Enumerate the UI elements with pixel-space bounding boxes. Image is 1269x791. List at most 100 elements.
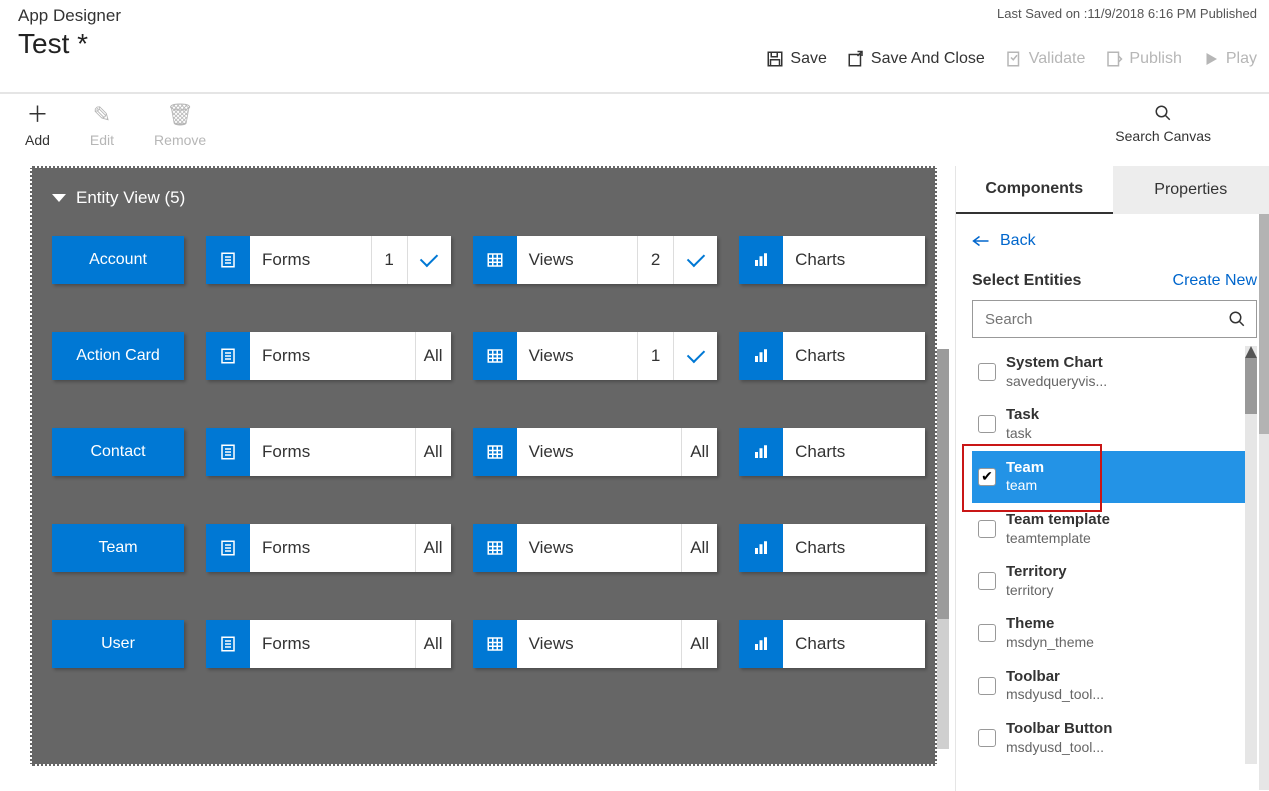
- entity-item[interactable]: System Chartsavedqueryvis...: [972, 346, 1257, 398]
- charts-tile[interactable]: Charts: [739, 332, 925, 380]
- charts-tile[interactable]: Charts: [739, 620, 925, 668]
- entity-row: Team FormsAll ViewsAll Charts: [52, 524, 925, 572]
- search-entities-box[interactable]: [972, 300, 1257, 338]
- forms-tile[interactable]: FormsAll: [206, 332, 451, 380]
- charts-icon: [739, 524, 783, 572]
- search-entities-input[interactable]: [983, 310, 1228, 329]
- back-button[interactable]: Back: [972, 232, 1257, 250]
- scrollbar-up-icon[interactable]: [1245, 346, 1257, 358]
- entity-item[interactable]: Territoryterritory: [972, 555, 1257, 607]
- entity-item[interactable]: Tasktask: [972, 398, 1257, 450]
- entity-item[interactable]: Teamteam: [972, 451, 1257, 503]
- edit-button[interactable]: ✎ Edit: [90, 104, 114, 148]
- views-dropdown[interactable]: [673, 332, 717, 380]
- forms-tile[interactable]: FormsAll: [206, 524, 451, 572]
- entity-checkbox[interactable]: [978, 729, 996, 747]
- tab-components[interactable]: Components: [956, 166, 1113, 214]
- entity-checkbox[interactable]: [978, 415, 996, 433]
- canvas-scrollbar-thumb[interactable]: [937, 349, 949, 619]
- views-tile[interactable]: Views1: [473, 332, 718, 380]
- play-button[interactable]: Play: [1202, 50, 1257, 68]
- collapse-icon: [52, 194, 66, 202]
- tab-properties[interactable]: Properties: [1113, 166, 1269, 214]
- entity-checkbox[interactable]: [978, 520, 996, 538]
- entity-checkbox[interactable]: [978, 363, 996, 381]
- views-tile[interactable]: ViewsAll: [473, 524, 718, 572]
- entity-text: Teamteam: [1006, 459, 1044, 495]
- entity-label: System Chart: [1006, 354, 1107, 373]
- entity-label: Theme: [1006, 615, 1094, 634]
- views-label: Views: [517, 524, 682, 572]
- entity-text: Toolbarmsdyusd_tool...: [1006, 668, 1104, 704]
- views-count: All: [681, 620, 717, 668]
- charts-tile[interactable]: Charts: [739, 524, 925, 572]
- remove-button[interactable]: 🗑 Remove: [154, 104, 206, 148]
- forms-icon: [206, 236, 250, 284]
- search-icon: [1228, 310, 1246, 328]
- entity-item[interactable]: Toolbarmsdyusd_tool...: [972, 660, 1257, 712]
- entity-label: Territory: [1006, 563, 1067, 582]
- entity-text: Territoryterritory: [1006, 563, 1067, 599]
- views-label: Views: [517, 236, 638, 284]
- play-icon: [1202, 50, 1220, 68]
- entity-label: Toolbar: [1006, 668, 1104, 687]
- forms-label: Forms: [250, 236, 371, 284]
- entity-button[interactable]: User: [52, 620, 184, 668]
- canvas-area[interactable]: Entity View (5) AccountForms1Views2Chart…: [30, 166, 937, 766]
- canvas-scrollbar[interactable]: [937, 349, 949, 749]
- entity-list-scrollbar-thumb[interactable]: [1245, 358, 1257, 414]
- views-tile[interactable]: ViewsAll: [473, 428, 718, 476]
- charts-label: Charts: [783, 332, 925, 380]
- views-count: 2: [637, 236, 673, 284]
- validate-button[interactable]: Validate: [1005, 50, 1086, 68]
- entity-button[interactable]: Team: [52, 524, 184, 572]
- views-dropdown[interactable]: [673, 236, 717, 284]
- views-tile[interactable]: ViewsAll: [473, 620, 718, 668]
- entity-checkbox[interactable]: [978, 468, 996, 486]
- entity-button[interactable]: Contact: [52, 428, 184, 476]
- search-canvas-button[interactable]: Search Canvas: [1115, 104, 1211, 148]
- charts-tile[interactable]: Charts: [739, 428, 925, 476]
- entity-text: Tasktask: [1006, 406, 1039, 442]
- panel-scrollbar-thumb[interactable]: [1259, 214, 1269, 434]
- validate-icon: [1005, 50, 1023, 68]
- views-icon: [473, 428, 517, 476]
- create-new-link[interactable]: Create New: [1173, 272, 1257, 290]
- add-button[interactable]: ＋ Add: [25, 104, 50, 148]
- forms-icon: [206, 524, 250, 572]
- publish-button[interactable]: Publish: [1105, 50, 1181, 68]
- entity-button[interactable]: Account: [52, 236, 184, 284]
- entity-view-label: Entity View (5): [76, 188, 185, 208]
- charts-tile[interactable]: Charts: [739, 236, 925, 284]
- views-count: All: [681, 428, 717, 476]
- forms-label: Forms: [250, 332, 415, 380]
- entity-button[interactable]: Action Card: [52, 332, 184, 380]
- forms-icon: [206, 620, 250, 668]
- add-label: Add: [25, 132, 50, 148]
- entity-item[interactable]: Thememsdyn_theme: [972, 607, 1257, 659]
- views-count: All: [681, 524, 717, 572]
- entity-checkbox[interactable]: [978, 572, 996, 590]
- entity-checkbox[interactable]: [978, 624, 996, 642]
- entity-checkbox[interactable]: [978, 677, 996, 695]
- forms-tile[interactable]: Forms1: [206, 236, 451, 284]
- forms-dropdown[interactable]: [407, 236, 451, 284]
- play-label: Play: [1226, 50, 1257, 68]
- entity-item[interactable]: Toolbar Buttonmsdyusd_tool...: [972, 712, 1257, 764]
- views-label: Views: [517, 620, 682, 668]
- views-tile[interactable]: Views2: [473, 236, 718, 284]
- entity-label: Team: [1006, 459, 1044, 478]
- save-close-button[interactable]: Save And Close: [847, 50, 985, 68]
- forms-tile[interactable]: FormsAll: [206, 620, 451, 668]
- entity-item[interactable]: Team templateteamtemplate: [972, 503, 1257, 555]
- forms-tile[interactable]: FormsAll: [206, 428, 451, 476]
- entity-view-section[interactable]: Entity View (5): [52, 188, 925, 208]
- charts-icon: [739, 620, 783, 668]
- entity-list-scrollbar[interactable]: [1245, 346, 1257, 764]
- publish-icon: [1105, 50, 1123, 68]
- search-icon: [1154, 104, 1172, 122]
- save-button[interactable]: Save: [766, 50, 826, 68]
- edit-label: Edit: [90, 132, 114, 148]
- forms-label: Forms: [250, 428, 415, 476]
- panel-scrollbar[interactable]: [1259, 214, 1269, 790]
